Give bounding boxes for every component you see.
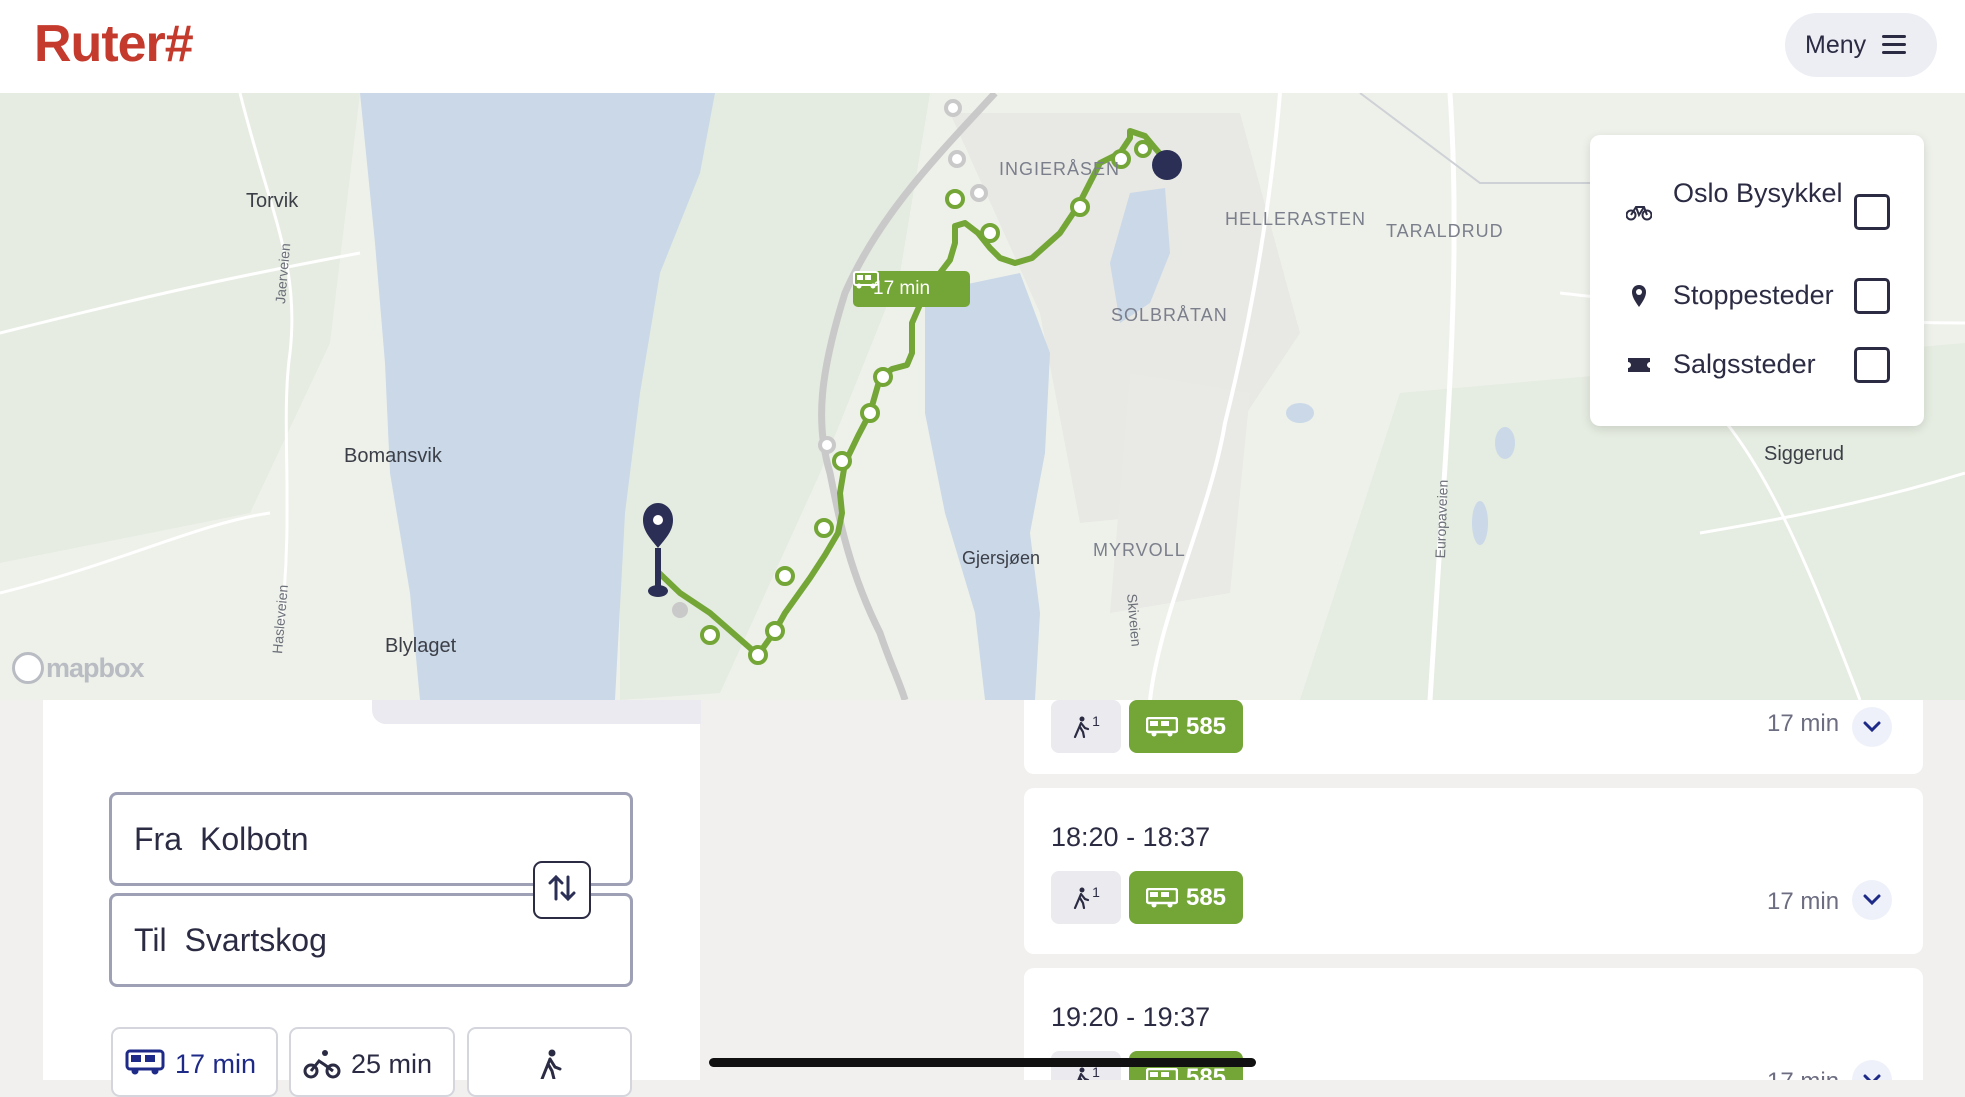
location-pin-icon [1626,283,1652,309]
mode-duration: 17 min [175,1049,257,1079]
swap-arrows-icon [546,872,578,909]
home-indicator [709,1058,1256,1067]
map-place-label: Gjersjøen [962,548,1041,568]
trip-card[interactable]: 18:20 - 18:37 1 585 17 min [1024,788,1923,954]
bicycle-icon [1626,199,1652,225]
trip-time: 19:20 - 19:37 [1051,1002,1211,1032]
bus-icon [1145,1067,1178,1080]
walk-icon [1073,716,1090,738]
map-place-label: Siggerud [1764,443,1845,465]
cyclist-icon [303,1049,341,1086]
bus-line-chip: 585 [1129,871,1243,924]
expand-trip-button[interactable] [1852,1060,1892,1080]
bus-icon [1145,716,1178,736]
route-duration-badge: 17 min [853,271,970,307]
mode-tile-bus[interactable]: 17 min [111,1027,278,1097]
layer-toggle-bysykkel[interactable]: Oslo Bysykkel [1590,171,1924,255]
walk-icon [536,1049,564,1086]
layer-toggle-stoppesteder[interactable]: Stoppesteder [1590,273,1924,319]
bus-icon [1145,887,1178,907]
trip-duration: 17 min [1767,888,1840,915]
bus-icon [125,1049,165,1082]
map-place-label: Blylaget [385,635,457,657]
map-place-label: MYRVOLL [1093,540,1186,560]
map-place-label: Bomansvik [344,445,442,467]
bus-line-number: 585 [1185,712,1227,740]
ticket-icon [1626,352,1652,378]
swap-button[interactable] [533,861,591,919]
map-place-label: TARALDRUD [1386,221,1504,241]
bysykkel-checkbox[interactable] [1854,194,1890,230]
map-layers-panel: Oslo Bysykkel Stoppesteder Salgssteder [1590,135,1924,426]
mapbox-attribution[interactable]: mapbox [12,652,145,684]
menu-button[interactable]: Meny [1785,13,1937,77]
walk-leg-chip: 1 [1051,871,1121,924]
top-header: Ruter# Meny [0,0,1965,93]
from-value: Kolbotn [200,820,309,857]
mode-tile-walk[interactable] [467,1027,632,1097]
map-place-label: Torvik [246,190,299,212]
mapbox-attribution-text: mapbox [46,652,145,683]
to-prefix: Til [134,921,167,958]
search-panel-tab [372,700,701,724]
ruter-logo[interactable]: Ruter# [34,14,194,74]
hamburger-icon [1882,35,1907,55]
menu-label: Meny [1805,30,1867,59]
stoppesteder-checkbox[interactable] [1854,278,1890,314]
trip-time: 18:20 - 18:37 [1051,822,1211,852]
chevron-down-icon [1863,721,1881,733]
to-value: Svartskog [184,921,327,958]
walk-icon [1073,887,1090,909]
walk-leg-chip: 1 [1051,700,1121,753]
from-prefix: Fra [134,820,182,857]
bus-line-chip: 585 [1129,700,1243,753]
map-place-label: HELLERASTEN [1225,209,1367,229]
trip-duration: 17 min [1767,1068,1839,1080]
trip-duration: 17 min [1767,710,1840,737]
map-road-label: Europaveien [1432,479,1451,559]
salgssteder-checkbox[interactable] [1854,347,1890,383]
mode-tile-bicycle[interactable]: 25 min [289,1027,455,1097]
walk-leg-count: 1 [1092,883,1100,900]
mapbox-logo-icon [12,652,44,684]
layer-label: Stoppesteder [1673,280,1834,310]
map-place-label: INGIERÅSEN [999,159,1121,179]
chevron-down-icon [1863,894,1881,906]
mode-duration: 25 min [351,1049,433,1079]
walk-icon [1077,1067,1090,1080]
chevron-down-icon [1863,1074,1881,1080]
layer-label: Salgssteder [1673,349,1816,379]
route-badge-label: 17 min [873,278,931,299]
walk-leg-count: 1 [1092,712,1100,729]
bus-line-number: 585 [1185,883,1227,911]
search-panel [43,700,700,1080]
expand-trip-button[interactable] [1852,707,1892,747]
map-place-label: SOLBRÅTAN [1111,305,1228,325]
layer-label: Oslo Bysykkel [1673,178,1843,208]
expand-trip-button[interactable] [1852,880,1892,920]
layer-toggle-salgssteder[interactable]: Salgssteder [1590,342,1924,388]
